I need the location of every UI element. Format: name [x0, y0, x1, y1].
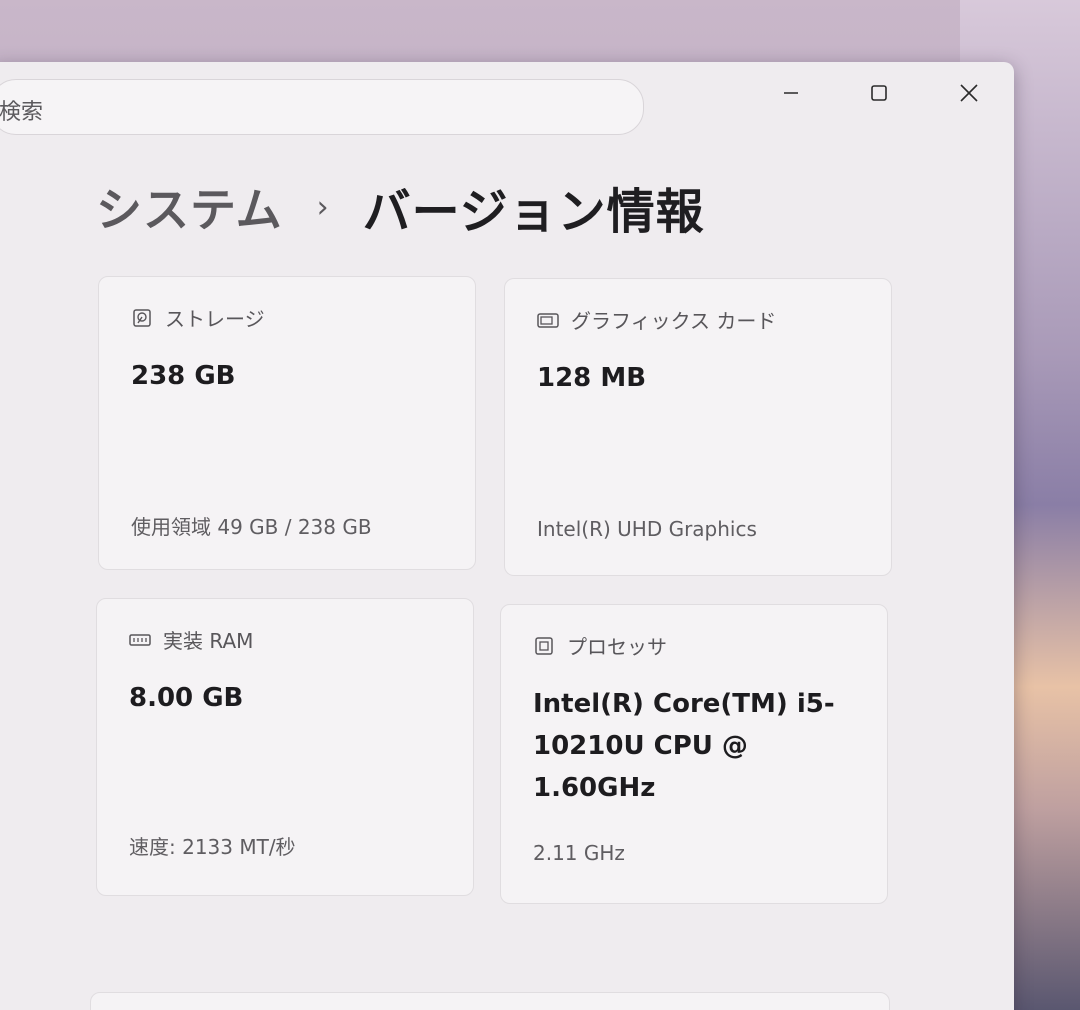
- graphics-label: グラフィックス カード: [571, 309, 777, 333]
- processor-card-header: プロセッサ: [533, 631, 667, 660]
- processor-label: プロセッサ: [567, 635, 667, 659]
- close-button[interactable]: [946, 76, 992, 110]
- ram-icon: [129, 629, 151, 651]
- graphics-card-icon: [537, 309, 559, 331]
- storage-card: ストレージ 238 GB 使用領域 49 GB / 238 GB: [98, 276, 476, 570]
- processor-card: プロセッサ Intel(R) Core(TM) i5-10210U CPU @ …: [500, 604, 888, 904]
- ram-value: 8.00 GB: [129, 683, 244, 713]
- graphics-detail: Intel(R) UHD Graphics: [537, 517, 757, 541]
- storage-icon: [131, 307, 153, 329]
- storage-label: ストレージ: [165, 307, 265, 331]
- breadcrumb-separator: ›: [316, 189, 329, 225]
- graphics-card: グラフィックス カード 128 MB Intel(R) UHD Graphics: [504, 278, 892, 576]
- close-icon: [960, 84, 978, 102]
- desktop-background: 検索 システム › バージョン情報 ストレージ 238 GB 使用領域 49 G: [0, 0, 1080, 1010]
- minimize-icon: [784, 92, 798, 94]
- graphics-value: 128 MB: [537, 363, 647, 393]
- processor-icon: [533, 635, 555, 657]
- minimize-button[interactable]: [768, 76, 814, 110]
- storage-value: 238 GB: [131, 361, 236, 391]
- ram-card: 実装 RAM 8.00 GB 速度: 2133 MT/秒: [96, 598, 474, 896]
- ram-detail: 速度: 2133 MT/秒: [129, 835, 296, 859]
- search-box[interactable]: 検索: [0, 79, 644, 135]
- more-settings-card: [90, 992, 890, 1010]
- storage-card-header: ストレージ: [131, 303, 265, 332]
- graphics-card-header: グラフィックス カード: [537, 305, 776, 334]
- processor-value: Intel(R) Core(TM) i5-10210U CPU @ 1.60GH…: [533, 689, 835, 803]
- page-title: システム › バージョン情報: [96, 172, 705, 242]
- breadcrumb-current: バージョン情報: [362, 184, 705, 240]
- maximize-icon: [871, 85, 887, 101]
- breadcrumb-system[interactable]: システム: [96, 174, 283, 240]
- storage-detail: 使用領域 49 GB / 238 GB: [131, 515, 372, 539]
- maximize-button[interactable]: [856, 76, 902, 110]
- ram-card-header: 実装 RAM: [129, 625, 253, 654]
- processor-detail: 2.11 GHz: [533, 841, 625, 865]
- settings-window: 検索 システム › バージョン情報 ストレージ 238 GB 使用領域 49 G: [0, 62, 1014, 1010]
- ram-label: 実装 RAM: [163, 629, 254, 653]
- search-placeholder: 検索: [0, 100, 44, 125]
